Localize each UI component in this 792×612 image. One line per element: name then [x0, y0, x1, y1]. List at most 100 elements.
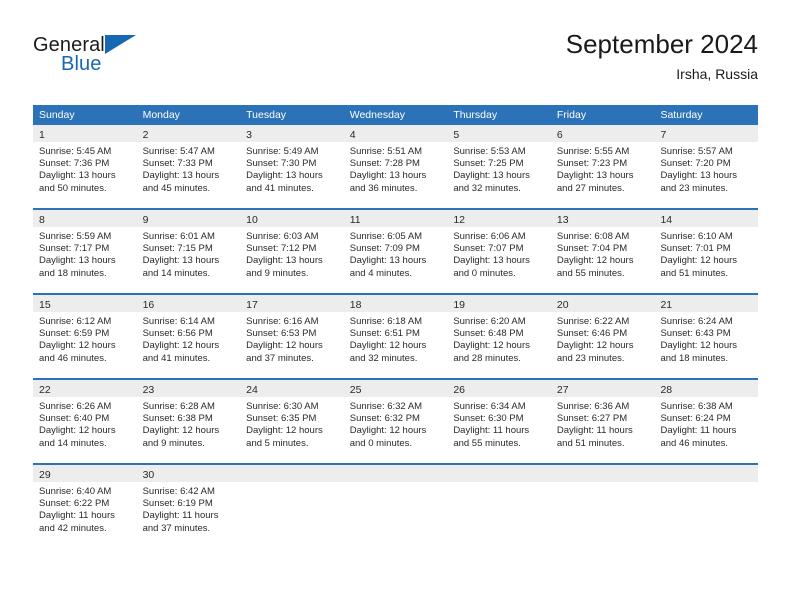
weekday-header-monday: Monday — [142, 109, 180, 121]
daylight-text-line2: and 14 minutes. — [39, 437, 107, 449]
calendar-day-cell[interactable]: 25 Sunrise: 6:32 AM Sunset: 6:32 PM Dayligh… — [343, 380, 448, 463]
daylight-text-line2: and 42 minutes. — [39, 522, 107, 534]
day-number: 2 — [142, 129, 149, 141]
calendar-day-cell-empty — [343, 465, 448, 548]
day-number: 18 — [349, 299, 362, 311]
daylight-text-line1: Daylight: 11 hours — [660, 425, 737, 437]
calendar-day-cell[interactable]: 22 Sunrise: 6:26 AM Sunset: 6:40 PM Dayligh… — [33, 380, 137, 463]
daylight-text-line1: Daylight: 11 hours — [453, 425, 530, 437]
day-cell-body: Sunrise: 6:22 AM Sunset: 6:46 PM Daylight:… — [551, 312, 655, 378]
daylight-text-line2: and 27 minutes. — [556, 182, 625, 194]
sunset-text: Sunset: 6:32 PM — [349, 413, 420, 425]
day-cell-body: Sunrise: 6:30 AM Sunset: 6:35 PM Daylight:… — [240, 397, 344, 463]
location-subtitle: Irsha, Russia — [676, 66, 758, 82]
calendar-day-cell[interactable]: 16 Sunrise: 6:14 AM Sunset: 6:56 PM Dayligh… — [136, 295, 241, 378]
calendar-day-cell[interactable]: 6 Sunrise: 5:55 AM Sunset: 7:23 PM Daylight… — [550, 125, 655, 208]
calendar-day-cell[interactable]: 24 Sunrise: 6:30 AM Sunset: 6:35 PM Dayligh… — [240, 380, 344, 463]
day-cell-body: Sunrise: 6:38 AM Sunset: 6:24 PM Daylight:… — [654, 397, 758, 463]
calendar-day-cell[interactable]: 1 Sunrise: 5:45 AM Sunset: 7:36 PM Daylight… — [33, 125, 137, 208]
daylight-text-line1: Daylight: 12 hours — [660, 255, 738, 267]
weekday-header-wednesday: Wednesday — [349, 109, 405, 121]
calendar-day-cell[interactable]: 11 Sunrise: 6:05 AM Sunset: 7:09 PM Dayligh… — [343, 210, 448, 293]
calendar-day-cell[interactable]: 21 Sunrise: 6:24 AM Sunset: 6:43 PM Dayligh… — [654, 295, 759, 378]
calendar-week-row: 22 Sunrise: 6:26 AM Sunset: 6:40 PM Dayligh… — [33, 378, 759, 463]
day-number-band: 20 — [550, 295, 655, 312]
sunrise-text: Sunrise: 6:01 AM — [142, 231, 215, 242]
calendar-day-cell[interactable]: 26 Sunrise: 6:34 AM Sunset: 6:30 PM Dayligh… — [447, 380, 551, 463]
calendar-day-cell[interactable]: 12 Sunrise: 6:06 AM Sunset: 7:07 PM Dayligh… — [447, 210, 551, 293]
daylight-text-line2: and 41 minutes. — [142, 352, 211, 364]
day-number-band: 17 — [240, 295, 344, 312]
daylight-text-line2: and 50 minutes. — [39, 182, 107, 194]
calendar-day-cell[interactable]: 27 Sunrise: 6:36 AM Sunset: 6:27 PM Dayligh… — [550, 380, 655, 463]
day-number-band: 26 — [447, 380, 551, 397]
day-cell-body: Sunrise: 6:20 AM Sunset: 6:48 PM Daylight:… — [447, 312, 551, 378]
calendar-day-cell[interactable]: 20 Sunrise: 6:22 AM Sunset: 6:46 PM Dayligh… — [550, 295, 655, 378]
daylight-text-line1: Daylight: 12 hours — [453, 340, 530, 352]
daylight-text-line2: and 5 minutes. — [246, 437, 309, 449]
daylight-text-line1: Daylight: 12 hours — [142, 340, 220, 352]
day-number: 23 — [142, 384, 155, 396]
calendar-day-cell[interactable]: 15 Sunrise: 6:12 AM Sunset: 6:59 PM Dayligh… — [33, 295, 137, 378]
calendar-day-cell[interactable]: 2 Sunrise: 5:47 AM Sunset: 7:33 PM Daylight… — [136, 125, 241, 208]
day-cell-body: Sunrise: 6:26 AM Sunset: 6:40 PM Daylight:… — [33, 397, 137, 463]
calendar-day-cell[interactable]: 10 Sunrise: 6:03 AM Sunset: 7:12 PM Dayligh… — [240, 210, 344, 293]
sunrise-text: Sunrise: 6:22 AM — [556, 316, 630, 327]
day-cell-body — [240, 482, 344, 548]
calendar-day-cell[interactable]: 14 Sunrise: 6:10 AM Sunset: 7:01 PM Dayligh… — [654, 210, 759, 293]
daylight-text-line1: Daylight: 13 hours — [556, 170, 634, 182]
daylight-text-line1: Daylight: 13 hours — [246, 255, 323, 267]
sunset-text: Sunset: 6:48 PM — [453, 328, 524, 340]
daylight-text-line2: and 0 minutes. — [453, 267, 516, 279]
sunrise-text: Sunrise: 6:36 AM — [556, 401, 630, 412]
sunset-text: Sunset: 7:36 PM — [39, 158, 110, 170]
general-blue-logo[interactable]: General Blue — [33, 34, 243, 90]
daylight-text-line1: Daylight: 12 hours — [246, 425, 323, 437]
sunset-text: Sunset: 6:56 PM — [142, 328, 213, 340]
page-header: General Blue September 2024 Irsha, Russi… — [33, 28, 758, 90]
sunset-text: Sunset: 6:43 PM — [660, 328, 731, 340]
calendar-day-cell[interactable]: 29 Sunrise: 6:40 AM Sunset: 6:22 PM Dayligh… — [33, 465, 137, 548]
daylight-text-line2: and 32 minutes. — [453, 182, 521, 194]
calendar-day-cell[interactable]: 4 Sunrise: 5:51 AM Sunset: 7:28 PM Daylight… — [343, 125, 448, 208]
calendar-day-cell[interactable]: 17 Sunrise: 6:16 AM Sunset: 6:53 PM Dayligh… — [240, 295, 344, 378]
day-number: 30 — [142, 469, 155, 481]
day-number-band: 9 — [136, 210, 241, 227]
sunrise-text: Sunrise: 6:06 AM — [453, 231, 526, 242]
calendar-day-cell[interactable]: 9 Sunrise: 6:01 AM Sunset: 7:15 PM Daylight… — [136, 210, 241, 293]
calendar-day-cell[interactable]: 18 Sunrise: 6:18 AM Sunset: 6:51 PM Dayligh… — [343, 295, 448, 378]
day-number-band — [654, 465, 759, 482]
day-number-band: 23 — [136, 380, 241, 397]
daylight-text-line1: Daylight: 13 hours — [142, 255, 220, 267]
calendar-day-cell[interactable]: 23 Sunrise: 6:28 AM Sunset: 6:38 PM Dayligh… — [136, 380, 241, 463]
calendar-day-cell[interactable]: 5 Sunrise: 5:53 AM Sunset: 7:25 PM Daylight… — [447, 125, 551, 208]
calendar-day-cell[interactable]: 8 Sunrise: 5:59 AM Sunset: 7:17 PM Daylight… — [33, 210, 137, 293]
calendar-day-cell-empty — [550, 465, 655, 548]
calendar-day-cell[interactable]: 28 Sunrise: 6:38 AM Sunset: 6:24 PM Dayligh… — [654, 380, 759, 463]
day-cell-body — [344, 482, 448, 548]
sunset-text: Sunset: 6:22 PM — [39, 498, 110, 510]
day-number: 10 — [246, 214, 258, 226]
day-number: 20 — [556, 299, 569, 311]
daylight-text-line2: and 36 minutes. — [349, 182, 418, 194]
daylight-text-line2: and 51 minutes. — [660, 267, 729, 279]
calendar-week-row: 1 Sunrise: 5:45 AM Sunset: 7:36 PM Daylight… — [33, 125, 759, 208]
calendar-day-cell[interactable]: 19 Sunrise: 6:20 AM Sunset: 6:48 PM Dayligh… — [447, 295, 551, 378]
day-number: 16 — [142, 299, 155, 311]
triangle-icon — [105, 35, 136, 54]
calendar-day-cell[interactable]: 13 Sunrise: 6:08 AM Sunset: 7:04 PM Dayligh… — [550, 210, 655, 293]
day-cell-body: Sunrise: 6:08 AM Sunset: 7:04 PM Daylight:… — [551, 227, 655, 293]
day-number-band: 25 — [343, 380, 448, 397]
sunset-text: Sunset: 7:07 PM — [453, 243, 524, 255]
daylight-text-line1: Daylight: 12 hours — [349, 340, 427, 352]
day-number: 19 — [453, 299, 465, 311]
sunset-text: Sunset: 6:38 PM — [142, 413, 213, 425]
sunset-text: Sunset: 6:30 PM — [453, 413, 524, 425]
calendar-day-cell[interactable]: 7 Sunrise: 5:57 AM Sunset: 7:20 PM Daylight… — [654, 125, 759, 208]
calendar-day-cell[interactable]: 3 Sunrise: 5:49 AM Sunset: 7:30 PM Daylight… — [240, 125, 344, 208]
day-cell-body: Sunrise: 5:47 AM Sunset: 7:33 PM Daylight:… — [137, 142, 241, 208]
calendar-day-cell[interactable]: 30 Sunrise: 6:42 AM Sunset: 6:19 PM Dayligh… — [136, 465, 241, 548]
title-block: September 2024 Irsha, Russia — [566, 28, 758, 83]
sunset-text: Sunset: 6:59 PM — [39, 328, 110, 340]
daylight-text-line2: and 37 minutes. — [246, 352, 314, 364]
